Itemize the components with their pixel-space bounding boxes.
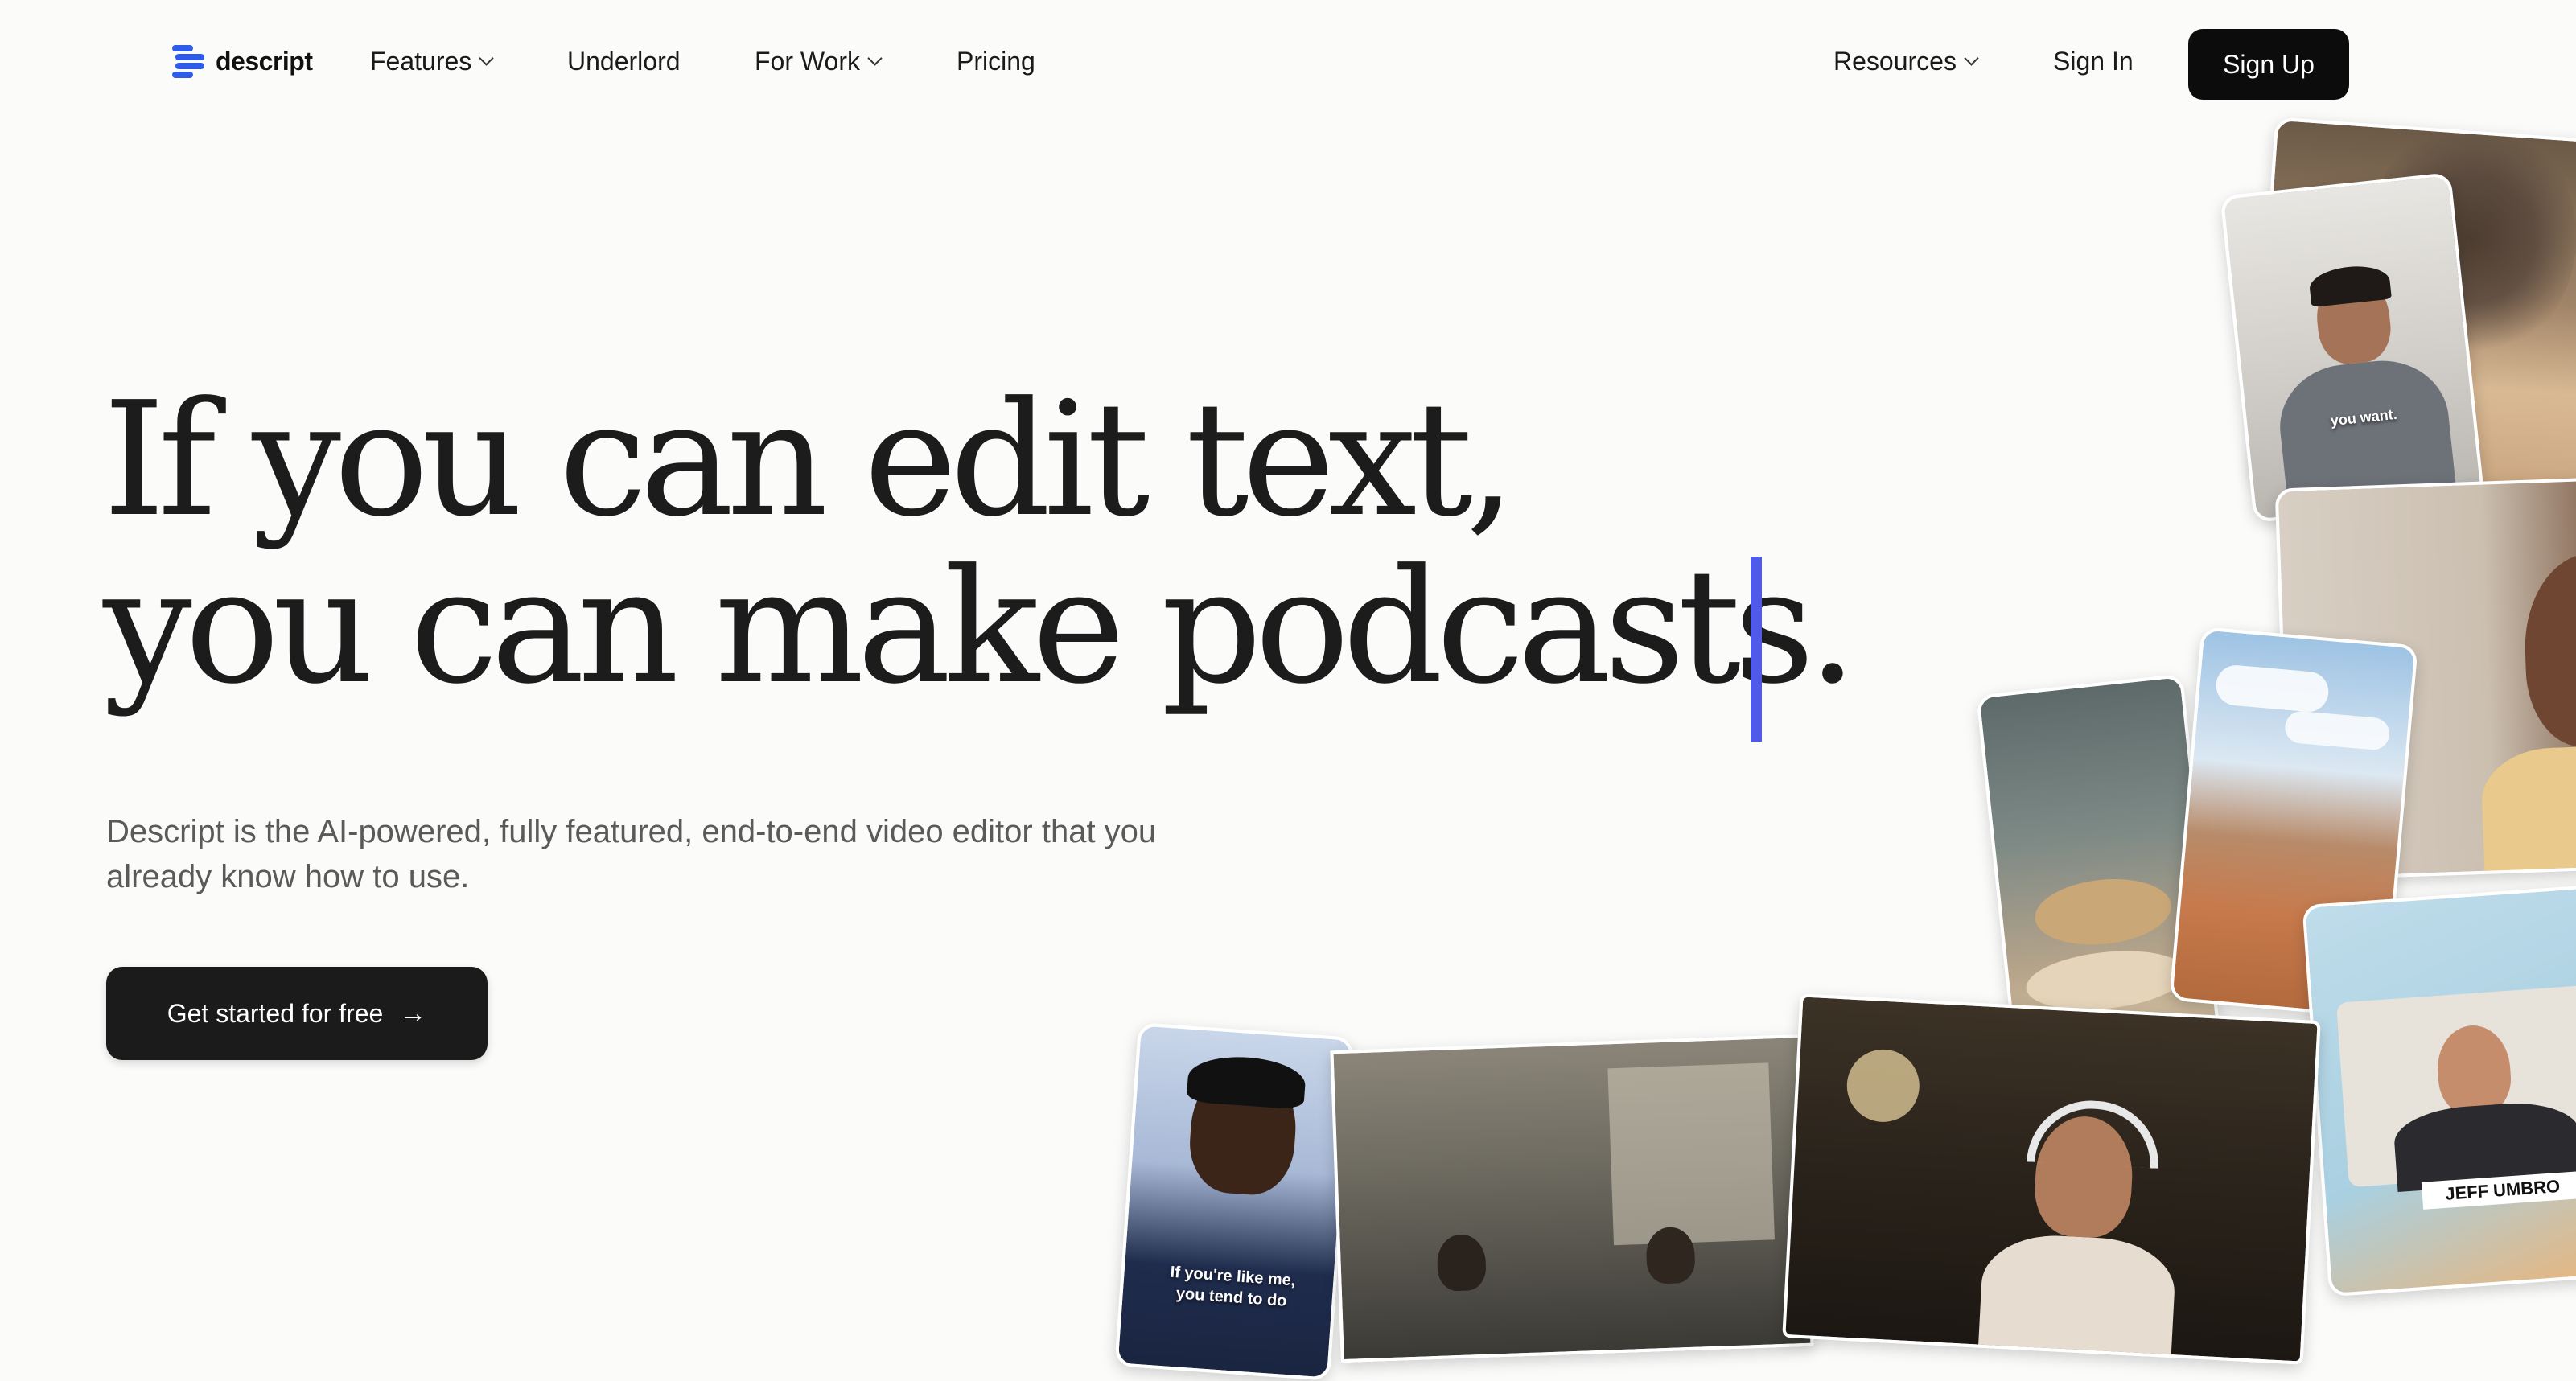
- nav-for-work-label: For Work: [755, 47, 860, 76]
- nav-underlord-label: Underlord: [567, 47, 681, 76]
- hero-headline-line-1: If you can edit text,: [103, 368, 1516, 552]
- chevron-down-icon: [1964, 51, 1979, 66]
- sign-in-link[interactable]: Sign In: [2053, 47, 2134, 76]
- video-thumbnail-podcast-studio: [1330, 1034, 1814, 1363]
- subtitle-caption: If you're like me, you tend to do: [1146, 1260, 1318, 1314]
- nav-underlord[interactable]: Underlord: [567, 47, 681, 76]
- hero-headline: If you can edit text, you can make podca…: [103, 368, 1858, 719]
- video-thumbnail-jeff-umbro: JEFF UMBRO: [2302, 884, 2576, 1297]
- arrow-right-icon: →: [399, 997, 427, 1029]
- descript-logo-icon: [172, 43, 204, 79]
- video-thumbnail-talking-head: If you're like me, you tend to do: [1114, 1022, 1354, 1381]
- hero-subtitle: Descript is the AI-powered, fully featur…: [106, 814, 1157, 894]
- video-thumbnail-headphones: [1782, 993, 2321, 1365]
- text-cursor: [1751, 557, 1762, 742]
- video-thumbnail-tiktok-creator: you want.: [2220, 172, 2485, 523]
- chevron-down-icon: [867, 51, 883, 66]
- hero-headline-line-2: you can make podcasts.: [103, 536, 1858, 719]
- nav-features[interactable]: Features: [370, 47, 494, 76]
- get-started-button[interactable]: Get started for free →: [106, 967, 488, 1060]
- sign-up-button[interactable]: Sign Up: [2188, 29, 2349, 100]
- nav-pricing[interactable]: Pricing: [957, 47, 1035, 76]
- nav-resources-label: Resources: [1833, 47, 1957, 76]
- get-started-label: Get started for free: [167, 998, 384, 1028]
- logo[interactable]: descript: [172, 43, 313, 79]
- nav-for-work[interactable]: For Work: [755, 47, 883, 76]
- nav-resources[interactable]: Resources: [1833, 47, 1979, 76]
- sign-in-label: Sign In: [2053, 47, 2134, 76]
- brand-name: descript: [216, 46, 313, 76]
- chevron-down-icon: [479, 51, 494, 66]
- nav-features-label: Features: [370, 47, 472, 76]
- nav-pricing-label: Pricing: [957, 47, 1035, 76]
- top-nav: descript Features Underlord For Work Pri…: [0, 0, 2576, 129]
